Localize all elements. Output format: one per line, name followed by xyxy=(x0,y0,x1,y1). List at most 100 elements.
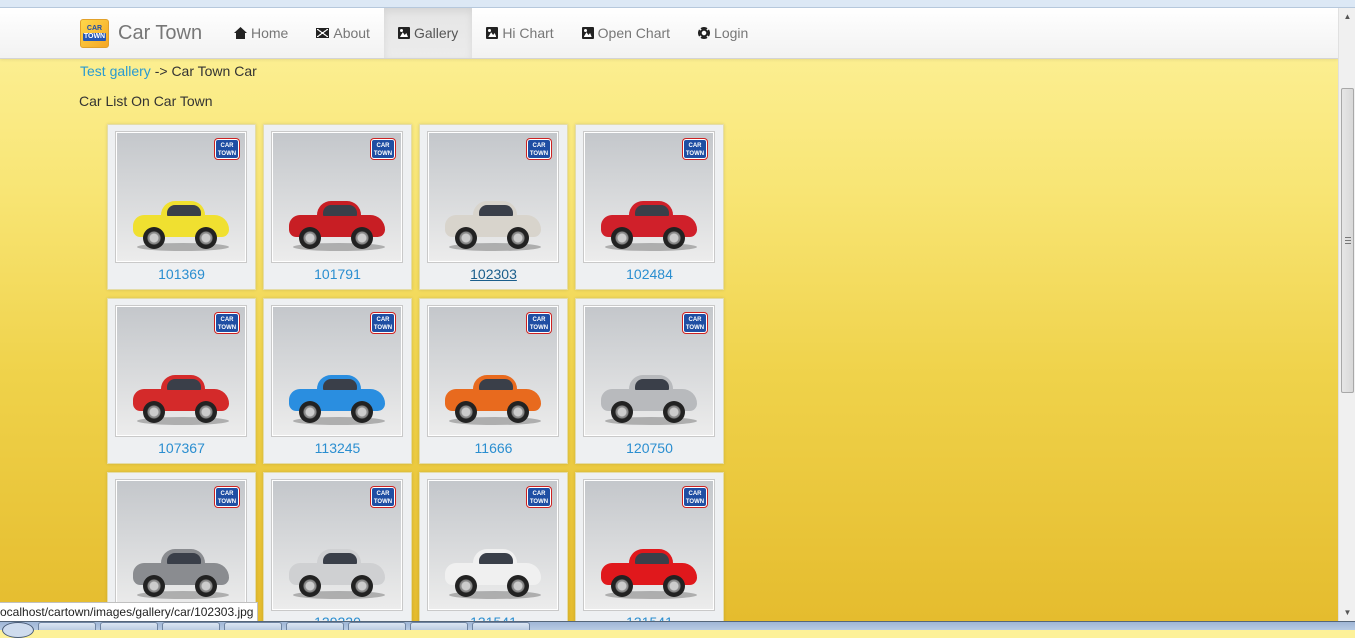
car-thumbnail[interactable]: CARTOWN xyxy=(584,480,714,610)
scrollbar-thumb[interactable] xyxy=(1341,88,1354,393)
gallery-card[interactable]: CARTOWN 131541 xyxy=(575,472,724,621)
car-window xyxy=(323,205,357,216)
gallery-card[interactable]: CARTOWN 107367 xyxy=(107,298,256,464)
start-button[interactable] xyxy=(2,622,34,638)
vertical-scrollbar[interactable]: ▲ ▼ xyxy=(1338,8,1355,621)
car-window xyxy=(167,205,201,216)
car-image xyxy=(289,375,385,423)
badge-bottom-text: TOWN xyxy=(528,150,550,158)
car-thumbnail[interactable]: CARTOWN xyxy=(584,132,714,262)
gallery-card[interactable]: CARTOWN 101369 xyxy=(107,124,256,290)
nav-menu: Home About Gallery Hi Chart Open Chart L… xyxy=(220,8,762,58)
car-id-link[interactable]: 101791 xyxy=(264,266,411,282)
badge-bottom-text: TOWN xyxy=(528,498,550,506)
nav-gallery-label: Gallery xyxy=(414,25,458,41)
nav-about[interactable]: About xyxy=(302,8,384,58)
car-wheel xyxy=(299,227,321,249)
car-wheel xyxy=(611,227,633,249)
gallery-card[interactable]: CARTOWN 11666 xyxy=(419,298,568,464)
car-image xyxy=(289,201,385,249)
breadcrumb-current: Car Town Car xyxy=(171,63,256,79)
badge-top-text: CAR xyxy=(528,142,550,150)
car-wheel xyxy=(143,401,165,423)
car-id-link[interactable]: 101369 xyxy=(108,266,255,282)
car-thumbnail[interactable]: CARTOWN xyxy=(116,132,246,262)
badge-bottom-text: TOWN xyxy=(216,150,238,158)
cog-icon xyxy=(698,27,710,39)
car-id-link[interactable]: 129220 xyxy=(264,614,411,621)
car-thumbnail[interactable]: CARTOWN xyxy=(272,132,402,262)
car-id-link[interactable]: 113245 xyxy=(264,440,411,456)
scroll-grip-icon xyxy=(1345,237,1351,244)
scroll-up-arrow-icon[interactable]: ▲ xyxy=(1339,8,1355,25)
badge-bottom-text: TOWN xyxy=(372,150,394,158)
car-thumbnail[interactable]: CARTOWN xyxy=(428,306,558,436)
car-thumbnail[interactable]: CARTOWN xyxy=(272,306,402,436)
car-id-link[interactable]: 131541 xyxy=(420,614,567,621)
car-id-link[interactable]: 107367 xyxy=(108,440,255,456)
scroll-down-arrow-icon[interactable]: ▼ xyxy=(1339,604,1355,621)
car-thumbnail[interactable]: CARTOWN xyxy=(272,480,402,610)
badge-top-text: CAR xyxy=(372,316,394,324)
brand[interactable]: CAR TOWN Car Town xyxy=(80,18,202,48)
badge-bottom-text: TOWN xyxy=(528,324,550,332)
car-wheel xyxy=(611,575,633,597)
gallery-card[interactable]: CARTOWN 113245 xyxy=(263,298,412,464)
nav-open-chart[interactable]: Open Chart xyxy=(568,8,684,58)
picture-icon xyxy=(486,27,498,39)
gallery-card[interactable]: CARTOWN 102484 xyxy=(575,124,724,290)
brand-name: Car Town xyxy=(118,22,202,45)
gallery-card[interactable]: CARTOWN 131541 xyxy=(419,472,568,621)
car-wheel xyxy=(299,575,321,597)
car-window xyxy=(323,379,357,390)
car-thumbnail[interactable]: CARTOWN xyxy=(116,306,246,436)
car-id-link[interactable]: 131541 xyxy=(576,614,723,621)
car-thumbnail[interactable]: CARTOWN xyxy=(116,480,246,610)
car-wheel xyxy=(611,401,633,423)
car-town-badge-icon: CARTOWN xyxy=(215,487,239,507)
car-window xyxy=(635,205,669,216)
car-wheel xyxy=(455,575,477,597)
badge-top-text: CAR xyxy=(372,490,394,498)
badge-bottom-text: TOWN xyxy=(372,498,394,506)
car-town-badge-icon: CARTOWN xyxy=(371,313,395,333)
car-id-link[interactable]: 102303 xyxy=(420,266,567,282)
car-image xyxy=(601,201,697,249)
nav-gallery[interactable]: Gallery xyxy=(384,8,472,58)
car-thumbnail[interactable]: CARTOWN xyxy=(584,306,714,436)
car-wheel xyxy=(143,227,165,249)
car-image xyxy=(445,549,541,597)
gallery-card[interactable]: CARTOWN 102303 xyxy=(419,124,568,290)
breadcrumb-link-test-gallery[interactable]: Test gallery xyxy=(80,63,151,79)
gallery-card[interactable]: CARTOWN121504 xyxy=(107,472,256,621)
badge-bottom-text: TOWN xyxy=(216,324,238,332)
gallery-card[interactable]: CARTOWN 101791 xyxy=(263,124,412,290)
logo-bottom-text: TOWN xyxy=(83,33,106,41)
picture-icon xyxy=(398,27,410,39)
badge-top-text: CAR xyxy=(216,490,238,498)
gallery-card[interactable]: CARTOWN 120750 xyxy=(575,298,724,464)
car-thumbnail[interactable]: CARTOWN xyxy=(428,480,558,610)
logo-top-text: CAR xyxy=(87,25,102,33)
badge-top-text: CAR xyxy=(216,316,238,324)
car-id-link[interactable]: 120750 xyxy=(576,440,723,456)
car-wheel xyxy=(455,227,477,249)
car-image xyxy=(133,549,229,597)
picture-icon xyxy=(582,27,594,39)
car-town-badge-icon: CARTOWN xyxy=(215,313,239,333)
car-id-link[interactable]: 102484 xyxy=(576,266,723,282)
badge-bottom-text: TOWN xyxy=(684,150,706,158)
car-id-link[interactable]: 11666 xyxy=(420,440,567,456)
car-wheel xyxy=(663,401,685,423)
nav-home[interactable]: Home xyxy=(220,8,302,58)
car-wheel xyxy=(351,401,373,423)
car-wheel xyxy=(143,575,165,597)
badge-top-text: CAR xyxy=(372,142,394,150)
car-image xyxy=(445,201,541,249)
car-thumbnail[interactable]: CARTOWN xyxy=(428,132,558,262)
nav-hi-chart[interactable]: Hi Chart xyxy=(472,8,567,58)
nav-home-label: Home xyxy=(251,25,288,41)
car-town-logo-icon: CAR TOWN xyxy=(80,19,109,48)
gallery-card[interactable]: CARTOWN 129220 xyxy=(263,472,412,621)
nav-login[interactable]: Login xyxy=(684,8,762,58)
